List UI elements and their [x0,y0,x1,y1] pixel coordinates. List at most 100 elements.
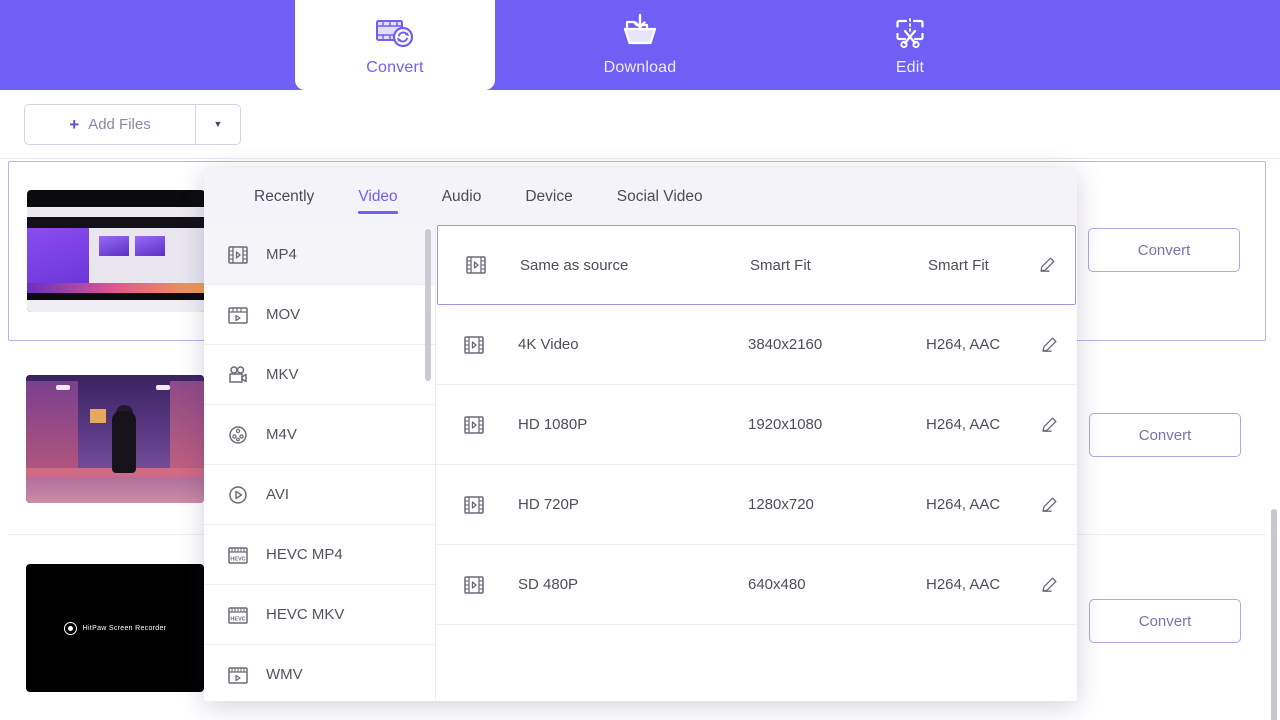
nav-tab-label: Download [603,59,677,76]
format-label: HEVC MKV [266,606,345,623]
browser-screenshot-thumbnail [27,190,205,312]
preset-row[interactable]: SD 480P 640x480 H264, AAC [436,545,1077,625]
tab-device[interactable]: Device [503,168,594,225]
svg-text:HEVC: HEVC [230,556,245,562]
scrollbar-thumb[interactable] [1271,509,1277,720]
format-label: MKV [266,366,299,383]
circle-play-icon [229,485,247,504]
format-label: HEVC MP4 [266,546,343,563]
hitpaw-recorder-thumbnail: HitPaw Screen Recorder [26,564,204,692]
pencil-icon [1042,417,1057,432]
format-selection-panel: Recently Video Audio Device Social Video [204,168,1077,701]
preset-row[interactable]: HD 720P 1280x720 H264, AAC [436,465,1077,545]
top-navigation: Convert Download Edit [0,0,1280,90]
hevc-icon: HEVC [228,606,248,624]
format-label: MOV [266,306,301,323]
edit-preset-button[interactable] [1021,495,1077,515]
nav-tab-label: Convert [366,59,424,76]
pencil-icon [1042,497,1057,512]
reel-dots-icon [229,425,247,444]
preset-name: HD 1080P [518,416,588,433]
clapper-play-icon [228,306,248,324]
file-list-scrollbar[interactable] [1271,324,1277,720]
film-refresh-icon [376,20,414,48]
pencil-icon [1040,257,1055,272]
format-item-avi[interactable]: AVI [204,465,435,525]
chevron-down-icon[interactable]: ▼ [196,105,240,144]
pencil-icon [1042,337,1057,352]
svg-text:HEVC: HEVC [230,616,245,622]
format-label: M4V [266,426,297,443]
format-category-tabs: Recently Video Audio Device Social Video [204,168,1077,225]
tab-video[interactable]: Video [336,168,419,225]
format-item-mkv[interactable]: MKV [204,345,435,405]
format-label: MP4 [266,246,297,263]
format-item-mov[interactable]: MOV [204,285,435,345]
convert-button[interactable]: Convert [1088,228,1240,272]
nav-tab-download[interactable]: Download [495,0,785,90]
preset-name: SD 480P [518,576,579,593]
nav-tab-label: Edit [895,59,925,76]
record-icon [63,621,77,635]
format-label: WMV [266,666,303,683]
format-item-mp4[interactable]: MP4 [204,225,435,285]
film-play-icon [466,256,486,274]
preset-codec: H264, AAC [926,496,1001,513]
add-files-label: Add Files [88,115,151,133]
film-play-icon [228,245,248,264]
plus-icon: + [69,114,80,134]
pencil-icon [1042,577,1057,592]
preset-resolution: 640x480 [748,576,806,593]
film-play-icon [464,415,484,434]
film-play-icon [464,575,484,594]
thumbnail-overlay-text: HitPaw Screen Recorder [82,624,167,632]
tab-social-video[interactable]: Social Video [595,168,725,225]
format-item-hevc-mkv[interactable]: HEVC HEVC MKV [204,585,435,645]
convert-button[interactable]: Convert [1089,413,1241,457]
format-panel-body: MP4 MOV MKV M4V AVI HEVC HEVC MP4 HEVC H… [204,225,1077,701]
format-item-wmv[interactable]: WMV [204,645,435,701]
format-item-hevc-mp4[interactable]: HEVC HEVC MP4 [204,525,435,585]
preset-list: Same as source Smart Fit Smart Fit 4K Vi… [436,225,1077,701]
camcorder-icon [229,365,247,383]
edit-preset-button[interactable] [1021,335,1077,355]
tab-audio[interactable]: Audio [420,168,504,225]
preset-resolution: 3840x2160 [748,336,823,353]
preset-resolution: 1920x1080 [748,416,823,433]
film-play-icon [464,335,484,354]
format-list-scrollbar[interactable] [425,229,431,697]
preset-codec: Smart Fit [928,256,989,274]
preset-codec: H264, AAC [926,336,1001,353]
edit-preset-button[interactable] [1021,415,1077,435]
nav-tab-edit[interactable]: Edit [785,0,1035,90]
format-item-m4v[interactable]: M4V [204,405,435,465]
preset-name: 4K Video [518,336,579,353]
format-list: MP4 MOV MKV M4V AVI HEVC HEVC MP4 HEVC H… [204,225,436,701]
tab-recently[interactable]: Recently [232,168,336,225]
nav-tab-convert[interactable]: Convert [295,0,495,90]
preset-name: HD 720P [518,496,579,513]
preset-codec: H264, AAC [926,576,1001,593]
preset-row[interactable]: 4K Video 3840x2160 H264, AAC [436,305,1077,385]
add-files-button[interactable]: + Add Files [25,105,195,144]
preset-resolution: Smart Fit [750,256,811,274]
add-files-group: + Add Files ▼ [24,103,241,145]
preset-codec: H264, AAC [926,416,1001,433]
convert-button[interactable]: Convert [1089,599,1241,643]
format-label: AVI [266,486,290,503]
clapper-play-icon [228,666,248,684]
preset-name: Same as source [520,256,629,274]
folder-download-icon [623,13,657,45]
edit-preset-button[interactable] [1019,255,1075,275]
scrollbar-thumb[interactable] [425,229,431,381]
preset-row[interactable]: Same as source Smart Fit Smart Fit [437,225,1076,305]
preset-row[interactable]: HD 1080P 1920x1080 H264, AAC [436,385,1077,465]
edit-preset-button[interactable] [1021,575,1077,595]
hevc-icon: HEVC [228,546,248,564]
film-play-icon [464,495,484,514]
toolbar: + Add Files ▼ Converting Converted on on [0,90,1280,235]
anime-street-thumbnail [26,374,204,503]
preset-resolution: 1280x720 [748,496,814,513]
screen-scissors-icon [896,18,924,49]
